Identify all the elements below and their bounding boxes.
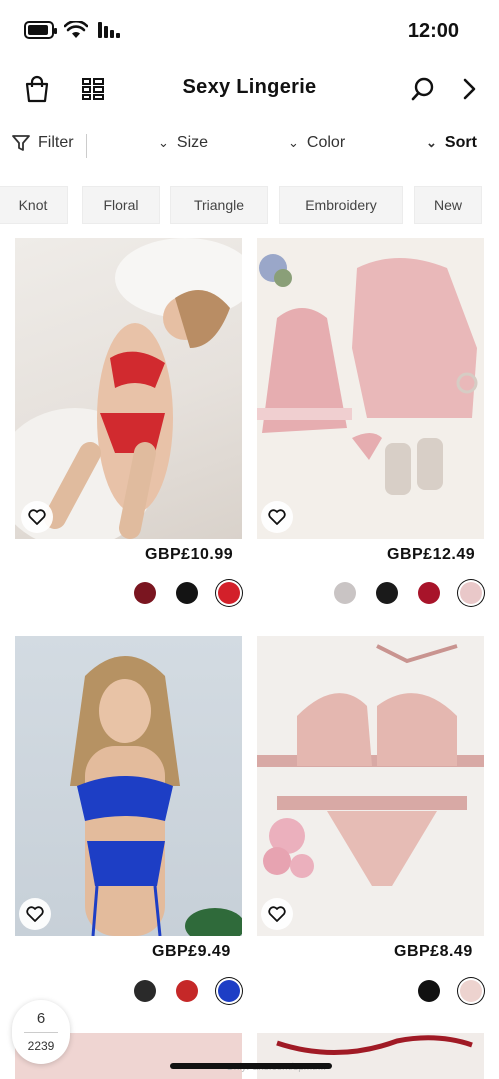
- product-image[interactable]: [257, 238, 484, 539]
- page-counter-total: 2239: [27, 1039, 55, 1053]
- color-label: Color: [306, 134, 346, 151]
- color-swatch[interactable]: [134, 582, 156, 604]
- chevron-down-icon: ⌄: [288, 135, 299, 150]
- chip-new[interactable]: New: [414, 186, 482, 224]
- color-swatch[interactable]: [376, 582, 398, 604]
- filter-button[interactable]: Filter: [12, 134, 74, 152]
- signal-icon: [98, 22, 120, 38]
- battery-icon: [24, 21, 57, 39]
- page-counter[interactable]: 6 2239: [12, 1000, 70, 1064]
- divider: [86, 134, 87, 158]
- chip-knot[interactable]: Knot: [0, 186, 68, 224]
- color-swatch-selected[interactable]: [460, 980, 482, 1002]
- product-image[interactable]: [15, 636, 242, 936]
- wifi-icon: [64, 21, 88, 38]
- sort-filter-bar: Filter ⌄ Size ⌄ Color ⌄ Sort: [0, 124, 499, 168]
- color-swatch[interactable]: [418, 582, 440, 604]
- color-swatch[interactable]: [134, 980, 156, 1002]
- color-dropdown[interactable]: ⌄ Color: [288, 134, 345, 152]
- header: Sexy Lingerie: [0, 62, 499, 118]
- chevron-down-icon: ⌄: [158, 135, 169, 150]
- sort-label: Sort: [444, 134, 477, 151]
- size-dropdown[interactable]: ⌄ Size: [158, 134, 208, 152]
- color-swatch[interactable]: [176, 582, 198, 604]
- filter-icon: [12, 135, 30, 151]
- chip-floral[interactable]: Floral: [82, 186, 160, 224]
- wishlist-heart-icon[interactable]: [261, 501, 293, 533]
- chevron-down-icon: ⌄: [426, 135, 437, 150]
- color-swatch[interactable]: [418, 980, 440, 1002]
- filter-label: Filter: [38, 134, 74, 151]
- product-price: GBP£10.99: [145, 546, 234, 563]
- size-label: Size: [176, 134, 209, 151]
- product-image[interactable]: [15, 238, 242, 539]
- product-image[interactable]: [257, 636, 484, 936]
- back-icon[interactable]: [454, 74, 484, 104]
- home-indicator[interactable]: [170, 1063, 332, 1069]
- wishlist-heart-icon[interactable]: [261, 898, 293, 930]
- status-time: 12:00: [407, 20, 459, 42]
- wishlist-heart-icon[interactable]: [19, 898, 51, 930]
- color-swatch[interactable]: [334, 582, 356, 604]
- divider: [24, 1032, 58, 1033]
- tag-chips: Knot Floral Triangle Embroidery New: [0, 186, 499, 226]
- chip-embroidery[interactable]: Embroidery: [279, 186, 403, 224]
- product-price: GBP£9.49: [152, 943, 231, 960]
- status-bar: 12:00: [0, 0, 499, 62]
- chip-triangle[interactable]: Triangle: [170, 186, 268, 224]
- color-swatch-selected[interactable]: [218, 980, 240, 1002]
- color-swatch-selected[interactable]: [218, 582, 240, 604]
- status-icons: [24, 21, 120, 39]
- product-price: GBP£12.49: [387, 546, 476, 563]
- sort-dropdown[interactable]: ⌄ Sort: [426, 134, 477, 152]
- wishlist-heart-icon[interactable]: [21, 501, 53, 533]
- product-price: GBP£8.49: [394, 943, 473, 960]
- search-icon[interactable]: [408, 74, 438, 104]
- color-swatch[interactable]: [176, 980, 198, 1002]
- page-counter-current: 6: [36, 1010, 46, 1027]
- color-swatch-selected[interactable]: [460, 582, 482, 604]
